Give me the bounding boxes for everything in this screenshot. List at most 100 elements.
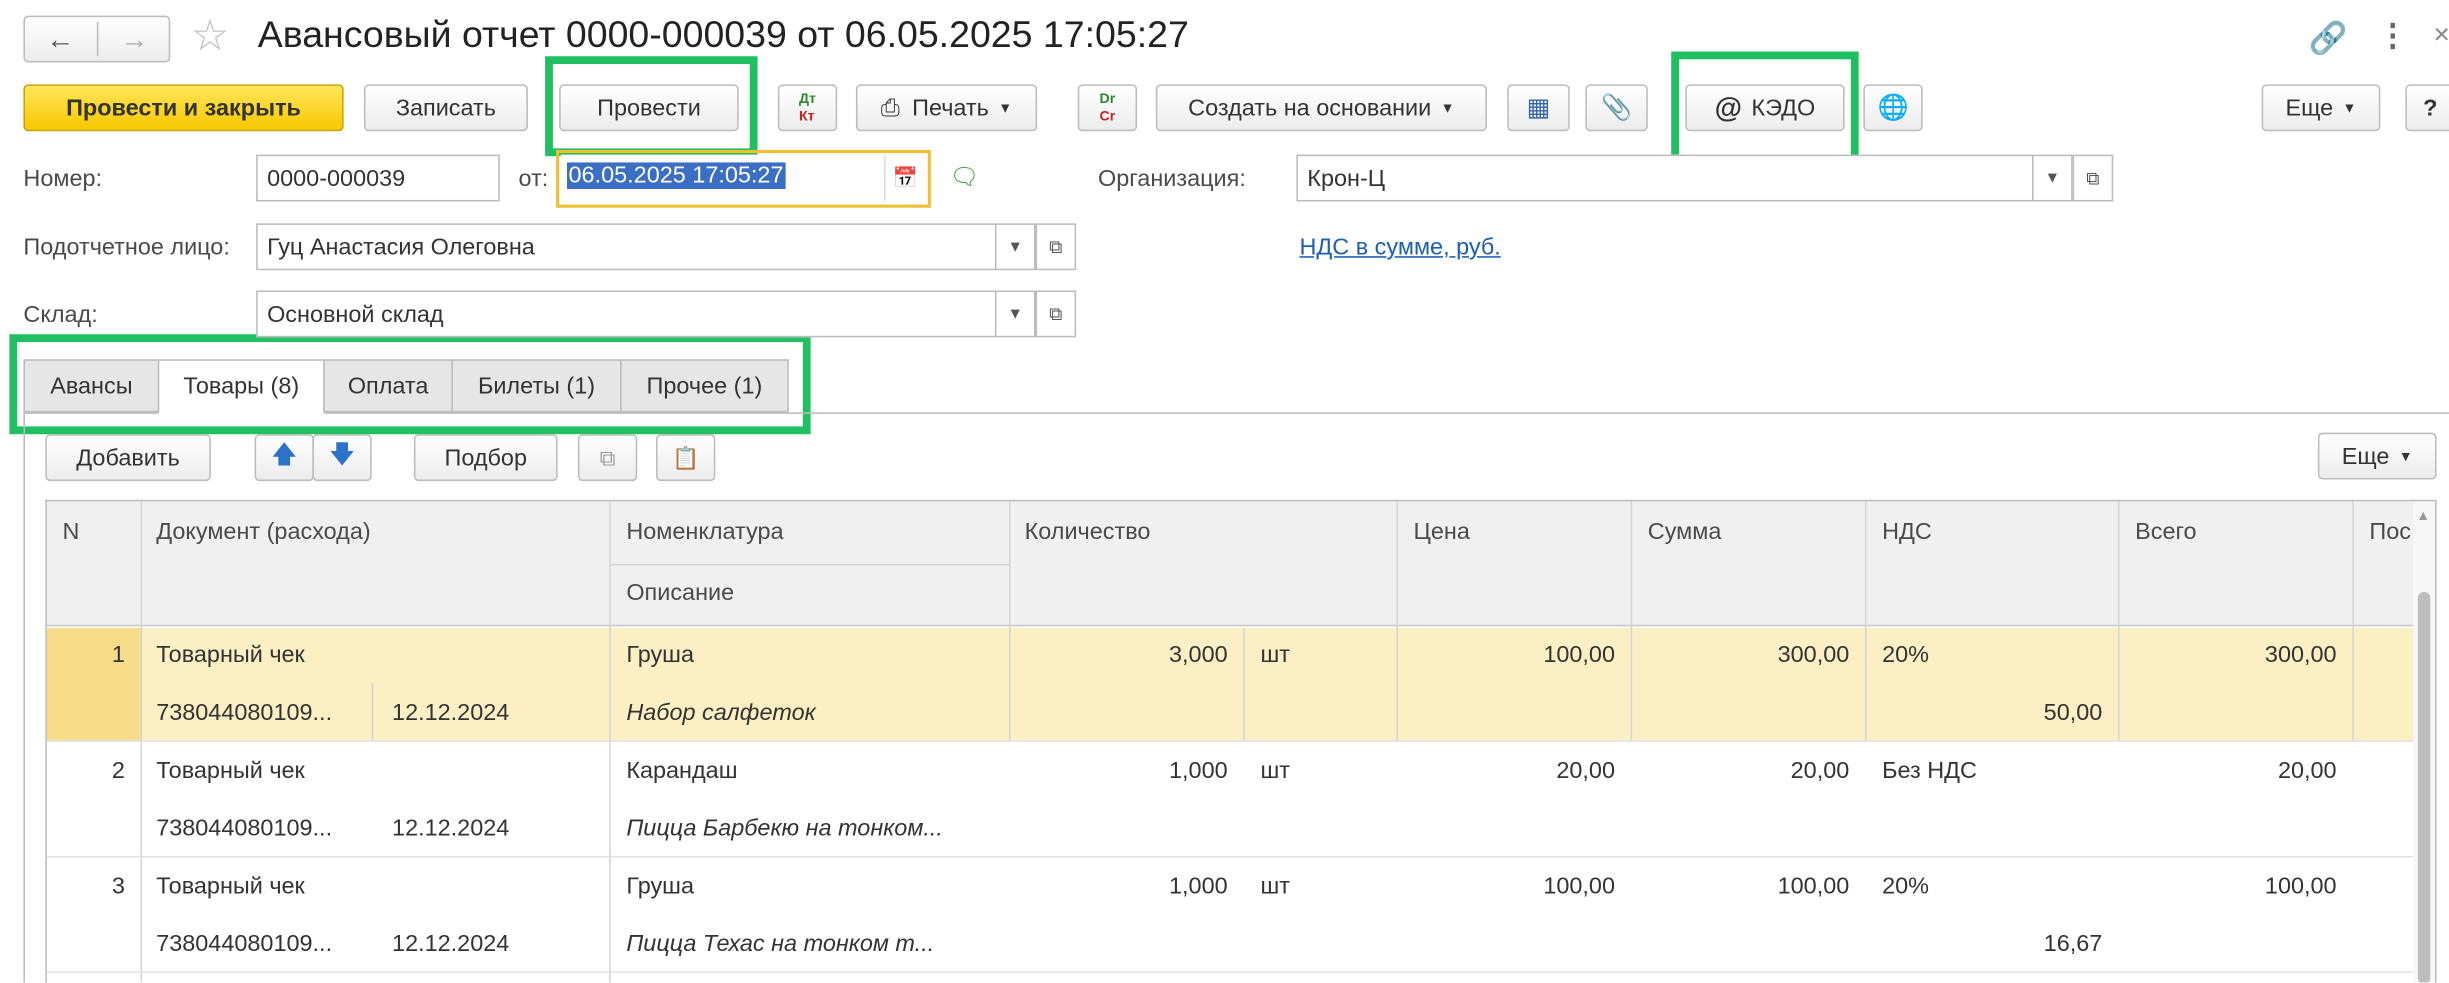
pick-button[interactable]: Подбор [413, 434, 558, 482]
close-icon[interactable]: × [2433, 19, 2449, 52]
organization-label: Организация: [1098, 165, 1246, 193]
paste-icon: 📋 [672, 444, 700, 470]
table-row-3-vat-sum[interactable]: 16,67 [1865, 931, 2103, 958]
table-row-1-unit[interactable]: шт [1260, 642, 1290, 669]
warehouse-field[interactable]: Основной склад [256, 290, 997, 338]
col-header-quantity[interactable]: Количество [1025, 519, 1151, 546]
table-row-3-price[interactable]: 100,00 [1396, 873, 1615, 900]
table-row-2-sum[interactable]: 20,00 [1631, 758, 1850, 785]
window-title: Авансовый отчет 0000-000039 от 06.05.202… [257, 14, 1189, 57]
col-header-sum[interactable]: Сумма [1648, 519, 1722, 546]
more-vertical-icon[interactable]: ⋮ [2377, 16, 2408, 55]
tab-other[interactable]: Прочее (1) [620, 359, 789, 413]
table-row-1-doc[interactable]: Товарный чек [156, 642, 305, 669]
move-up-button[interactable]: 🡅 [254, 434, 314, 482]
edo-exchange-button[interactable]: 🌐 [1863, 84, 1923, 132]
print-button[interactable]: ⎙ Печать ▼ [855, 84, 1038, 132]
table-row-1-sum[interactable]: 300,00 [1631, 642, 1850, 669]
table-row-3-desc[interactable]: Пицца Техас на тонком т... [626, 931, 934, 958]
table-row-2-price[interactable]: 20,00 [1396, 758, 1615, 785]
col-header-item[interactable]: Номенклатура [626, 519, 783, 546]
move-down-button[interactable]: 🡇 [312, 434, 372, 482]
number-field[interactable]: 0000-000039 [256, 154, 500, 202]
forward-arrow-icon[interactable]: → [98, 16, 170, 63]
paste-rows-button[interactable]: 📋 [655, 434, 716, 482]
col-header-n[interactable]: N [62, 519, 79, 546]
save-button[interactable]: Записать [363, 84, 528, 132]
back-arrow-icon[interactable]: ← [23, 16, 96, 63]
tab-advances[interactable]: Авансы [23, 359, 160, 413]
structure-button[interactable]: ▦ [1507, 84, 1570, 132]
table-row-1-n[interactable]: 1 [47, 642, 125, 669]
table-row-1-vat-rate[interactable]: 20% [1882, 642, 1929, 669]
table-row-2-item[interactable]: Карандаш [626, 758, 737, 785]
vat-amount-link[interactable]: НДС в сумме, руб. [1300, 234, 1501, 261]
post-and-close-button[interactable]: Провести и закрыть [23, 84, 344, 132]
table-row-3-doc-date[interactable]: 12.12.2024 [392, 931, 509, 958]
table-row-1-total[interactable]: 300,00 [2118, 642, 2337, 669]
table-row-2-desc[interactable]: Пицца Барбекю на тонком... [626, 815, 943, 842]
col-header-pos[interactable]: Пос [2369, 519, 2411, 546]
table-row-3-n[interactable]: 3 [47, 873, 125, 900]
table-row-2-qty[interactable]: 1,000 [1009, 758, 1228, 785]
copy-rows-button[interactable]: ⧉ [577, 434, 638, 482]
col-header-document[interactable]: Документ (расхода) [156, 519, 370, 546]
table-more-button[interactable]: Еще ▼ [2317, 432, 2437, 480]
table-row-1-qty[interactable]: 3,000 [1009, 642, 1228, 669]
table-row-3-sum[interactable]: 100,00 [1631, 873, 1850, 900]
chevron-down-icon: ▼ [998, 99, 1013, 116]
table-row-2-doc-date[interactable]: 12.12.2024 [392, 815, 509, 842]
table-row-3-qty[interactable]: 1,000 [1009, 873, 1228, 900]
warehouse-open-icon[interactable]: ⧉ [1035, 290, 1077, 338]
table-row-2-doc-num[interactable]: 738044080109... [156, 815, 332, 842]
arrow-up-icon: 🡅 [271, 441, 298, 468]
person-open-icon[interactable]: ⧉ [1035, 223, 1077, 271]
link-icon[interactable]: 🔗 [2308, 19, 2347, 58]
table-row-3-unit[interactable]: шт [1260, 873, 1290, 900]
comment-check-icon[interactable]: 🗨 [950, 162, 980, 191]
help-button[interactable]: ? [2405, 84, 2449, 132]
table-row-3-total[interactable]: 100,00 [2118, 873, 2337, 900]
warehouse-dropdown-icon[interactable]: ▼ [994, 290, 1036, 338]
table-row-1-desc[interactable]: Набор салфеток [626, 700, 815, 727]
more-button[interactable]: Еще ▼ [2261, 84, 2381, 132]
dt-kt-button[interactable]: Дт Кт [777, 84, 838, 132]
date-field[interactable]: 06.05.2025 17:05:27 [560, 154, 886, 202]
tab-payment[interactable]: Оплата [323, 359, 453, 413]
col-header-total[interactable]: Всего [2135, 519, 2196, 546]
favorite-star-icon[interactable]: ☆ [191, 9, 230, 62]
table-row-3-doc[interactable]: Товарный чек [156, 873, 305, 900]
col-header-description[interactable]: Описание [626, 579, 734, 606]
tab-tickets[interactable]: Билеты (1) [451, 359, 622, 413]
table-row-2-total[interactable]: 20,00 [2118, 758, 2337, 785]
organization-open-icon[interactable]: ⧉ [2072, 154, 2114, 202]
table-row-1-vat-sum[interactable]: 50,00 [1865, 700, 2103, 727]
calendar-icon[interactable]: 📅 [884, 154, 925, 202]
table-row-3-doc-num[interactable]: 738044080109... [156, 931, 332, 958]
table-row-1-price[interactable]: 100,00 [1396, 642, 1615, 669]
table-row-3-item[interactable]: Груша [626, 873, 694, 900]
scroll-up-icon[interactable]: ▲ [2416, 508, 2430, 524]
table-row-3-vat-rate[interactable]: 20% [1882, 873, 1929, 900]
table-row-1-doc-num[interactable]: 738044080109... [156, 700, 332, 727]
col-header-price[interactable]: Цена [1414, 519, 1470, 546]
col-header-vat[interactable]: НДС [1882, 519, 1932, 546]
table-row-2-doc[interactable]: Товарный чек [156, 758, 305, 785]
table-row-1-doc-date[interactable]: 12.12.2024 [392, 700, 509, 727]
table-row-1-item[interactable]: Груша [626, 642, 694, 669]
person-dropdown-icon[interactable]: ▼ [994, 223, 1036, 271]
accountable-person-field[interactable]: Гуц Анастасия Олеговна [256, 223, 997, 271]
organization-field[interactable]: Крон-Ц [1296, 154, 2034, 202]
attachments-button[interactable]: 📎 [1585, 84, 1648, 132]
tab-goods[interactable]: Товары (8) [157, 359, 325, 414]
dr-cr-button[interactable]: Dr Cr [1077, 84, 1138, 132]
organization-dropdown-icon[interactable]: ▼ [2032, 154, 2073, 202]
table-row-2-vat-rate[interactable]: Без НДС [1882, 758, 1977, 785]
add-row-button[interactable]: Добавить [45, 434, 211, 482]
table-row-2-n[interactable]: 2 [47, 758, 125, 785]
dt-kt-icon: Дт Кт [799, 90, 816, 124]
chevron-down-icon: ▼ [1440, 99, 1455, 116]
table-row-2-unit[interactable]: шт [1260, 758, 1290, 785]
scrollbar-thumb[interactable] [2417, 591, 2431, 983]
create-based-on-button[interactable]: Создать на основании ▼ [1155, 84, 1487, 132]
